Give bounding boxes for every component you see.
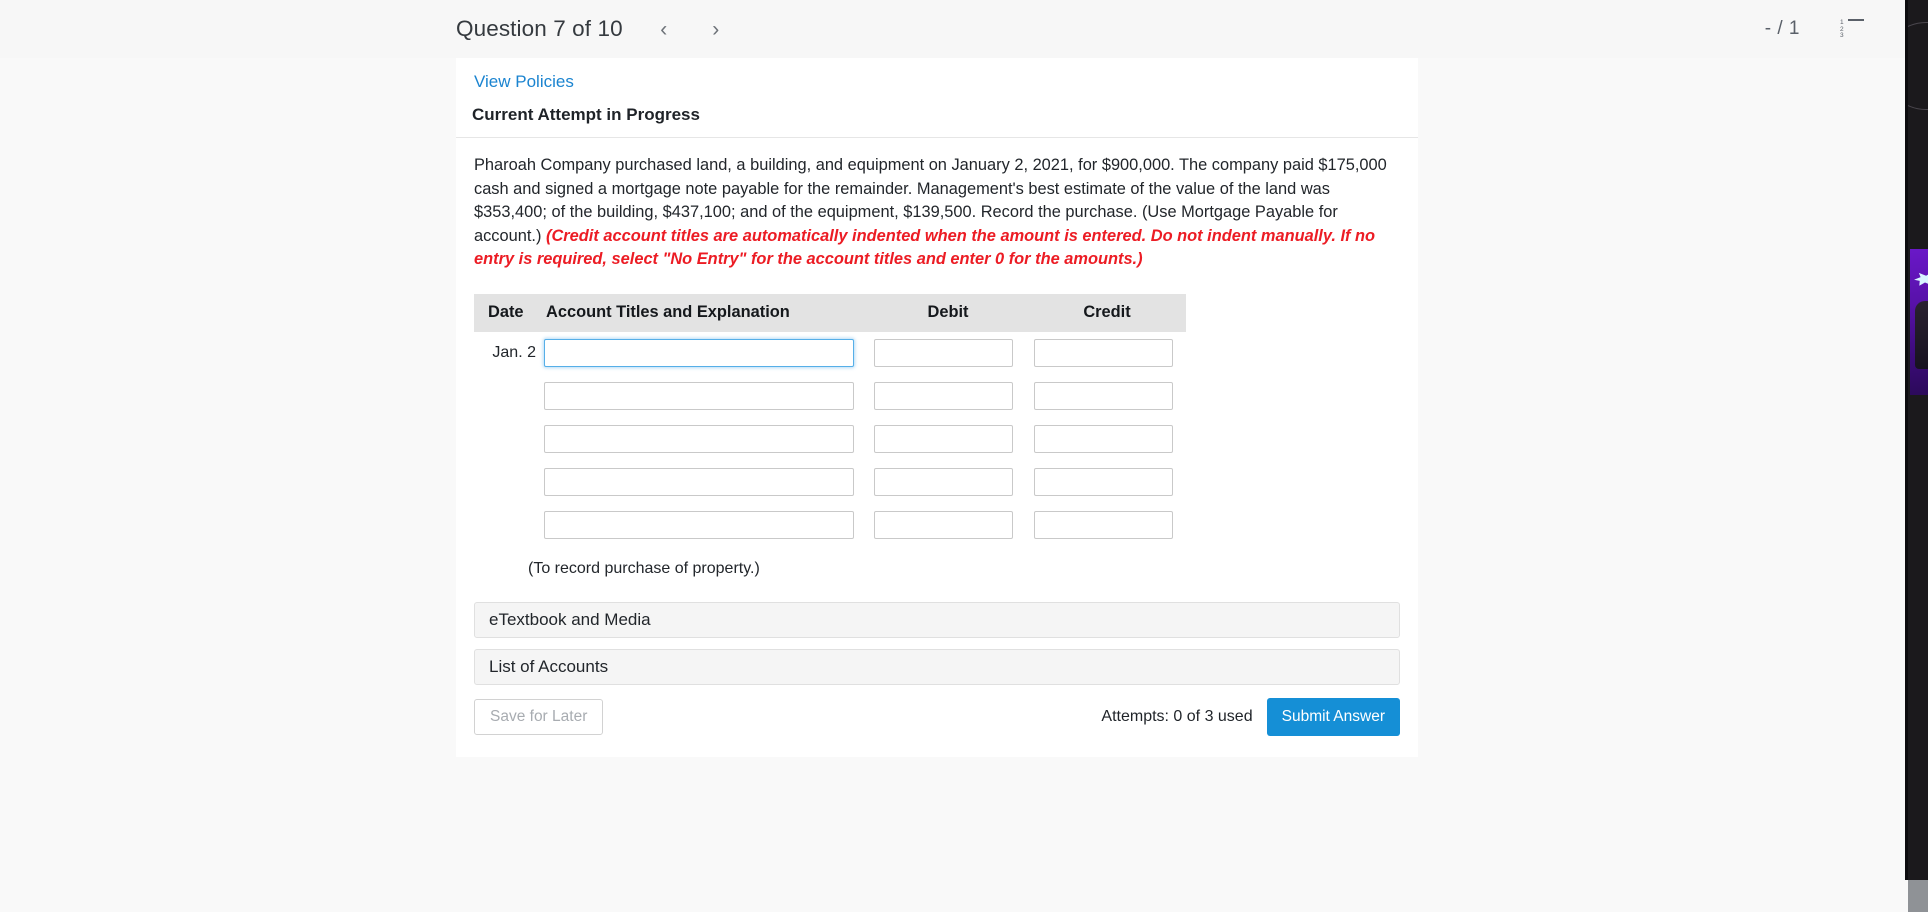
sparkle-icon <box>1914 272 1928 286</box>
row-debit-cell <box>868 418 1028 461</box>
decorative-ring-icon <box>1908 22 1928 110</box>
credit-input-wrap <box>1028 468 1186 496</box>
page-title: Question 7 of 10 <box>456 16 623 41</box>
row-account-cell <box>536 375 868 418</box>
account-title-input-5[interactable] <box>544 511 854 539</box>
rail-bottom-bar <box>1908 880 1928 912</box>
account-title-input-2[interactable] <box>544 382 854 410</box>
account-input-wrap <box>536 511 868 539</box>
row-credit-cell <box>1028 418 1186 461</box>
debit-input-wrap <box>868 339 1028 367</box>
account-input-wrap <box>536 468 868 496</box>
credit-input-2[interactable] <box>1034 382 1173 410</box>
list-of-accounts-label: List of Accounts <box>489 656 609 676</box>
ordered-list-icon[interactable]: 1 2 3 <box>1840 19 1864 39</box>
debit-input-3[interactable] <box>874 425 1013 453</box>
question-header-bar: Question 7 of 10 ‹ › - / 1 1 2 3 <box>0 0 1908 58</box>
question-header-right: - / 1 1 2 3 <box>1765 18 1908 40</box>
credit-input-5[interactable] <box>1034 511 1173 539</box>
credit-input-wrap <box>1028 339 1186 367</box>
credit-input-wrap <box>1028 382 1186 410</box>
debit-input-wrap <box>868 468 1028 496</box>
list-number-3: 3 <box>1840 32 1844 39</box>
question-footer: Save for Later Attempts: 0 of 3 used Sub… <box>474 697 1400 736</box>
row-account-cell <box>536 504 868 547</box>
row-account-cell <box>536 332 868 375</box>
row-date-cell <box>474 375 536 418</box>
journal-entry-table: Date Account Titles and Explanation Debi… <box>474 293 1186 547</box>
chevron-right-icon[interactable]: › <box>699 12 733 46</box>
table-row: Jan. 2 <box>474 332 1186 375</box>
app-screen: Question 7 of 10 ‹ › - / 1 1 2 3 View Po… <box>0 0 1928 912</box>
row-debit-cell <box>868 504 1028 547</box>
credit-input-wrap <box>1028 511 1186 539</box>
row-credit-cell <box>1028 461 1186 504</box>
row-date-cell <box>474 418 536 461</box>
row-credit-cell <box>1028 332 1186 375</box>
column-header-credit: Credit <box>1028 293 1186 332</box>
background-window-rail <box>1908 0 1928 880</box>
debit-input-wrap <box>868 425 1028 453</box>
row-debit-cell <box>868 375 1028 418</box>
row-date-cell <box>474 461 536 504</box>
list-line-3 <box>1848 19 1864 22</box>
table-row <box>474 461 1186 504</box>
credit-input-1[interactable] <box>1034 339 1173 367</box>
row-account-cell <box>536 418 868 461</box>
journal-table-head: Date Account Titles and Explanation Debi… <box>474 293 1186 332</box>
row-credit-cell <box>1028 375 1186 418</box>
account-title-input-4[interactable] <box>544 468 854 496</box>
debit-input-wrap <box>868 382 1028 410</box>
credit-input-wrap <box>1028 425 1186 453</box>
view-policies-link[interactable]: View Policies <box>472 58 574 92</box>
etextbook-and-media-panel[interactable]: eTextbook and Media <box>474 601 1400 638</box>
account-title-input-1[interactable] <box>544 339 854 367</box>
credit-input-3[interactable] <box>1034 425 1173 453</box>
journal-table-body: Jan. 2 <box>474 332 1186 547</box>
column-header-debit: Debit <box>868 293 1028 332</box>
row-debit-cell <box>868 461 1028 504</box>
score-display: - / 1 <box>1764 18 1800 39</box>
row-credit-cell <box>1028 504 1186 547</box>
etextbook-and-media-label: eTextbook and Media <box>489 609 651 629</box>
row-date-cell: Jan. 2 <box>492 344 536 361</box>
debit-input-2[interactable] <box>874 382 1013 410</box>
question-text: Pharoah Company purchased land, a buildi… <box>456 138 1418 272</box>
list-of-accounts-panel[interactable]: List of Accounts <box>474 648 1400 685</box>
column-header-date: Date <box>474 293 536 332</box>
row-account-cell <box>536 461 868 504</box>
debit-input-wrap <box>868 511 1028 539</box>
question-text-instruction: (Credit account titles are automatically… <box>474 226 1376 269</box>
table-row <box>474 418 1186 461</box>
question-card-inner: View Policies Current Attempt in Progres… <box>456 58 1418 757</box>
debit-input-1[interactable] <box>874 339 1013 367</box>
video-thumbnail[interactable] <box>1910 249 1928 395</box>
microphone-icon <box>1915 301 1928 369</box>
account-title-input-3[interactable] <box>544 425 854 453</box>
submit-answer-button[interactable]: Submit Answer <box>1266 697 1400 736</box>
account-input-wrap <box>536 382 868 410</box>
column-header-account: Account Titles and Explanation <box>536 293 868 332</box>
question-card: View Policies Current Attempt in Progres… <box>456 58 1418 757</box>
credit-input-4[interactable] <box>1034 468 1173 496</box>
account-input-wrap <box>536 339 868 367</box>
save-for-later-button[interactable]: Save for Later <box>474 698 604 735</box>
row-debit-cell <box>868 332 1028 375</box>
account-input-wrap <box>536 425 868 453</box>
chevron-left-icon[interactable]: ‹ <box>647 12 681 46</box>
table-row <box>474 504 1186 547</box>
journal-header-row: Date Account Titles and Explanation Debi… <box>474 293 1186 332</box>
debit-input-5[interactable] <box>874 511 1013 539</box>
debit-input-4[interactable] <box>874 468 1013 496</box>
attempt-status-label: Current Attempt in Progress <box>472 105 700 124</box>
journal-memo-text: (To record purchase of property.) <box>528 559 760 577</box>
attempts-counter: Attempts: 0 of 3 used <box>1101 707 1253 725</box>
table-row <box>474 375 1186 418</box>
row-date-cell <box>474 504 536 547</box>
